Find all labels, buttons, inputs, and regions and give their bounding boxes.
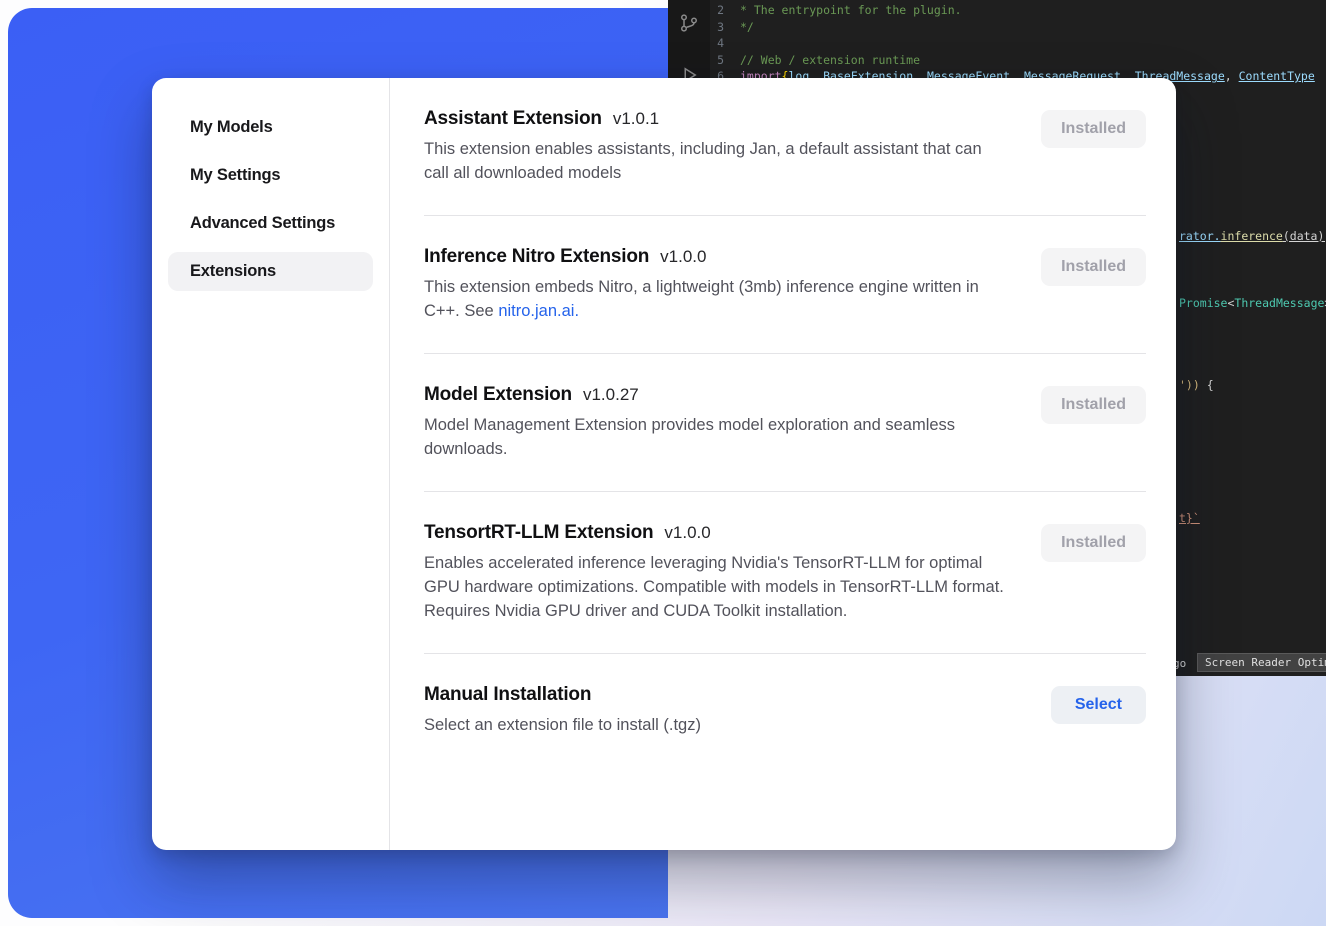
installed-button[interactable]: Installed	[1041, 386, 1146, 424]
extension-description: Enables accelerated inference leveraging…	[424, 551, 1009, 623]
extension-version: v1.0.0	[664, 523, 710, 543]
extension-version: v1.0.27	[583, 385, 639, 405]
code-text: * The entrypoint for the plugin.	[740, 3, 962, 17]
line-number: 3	[710, 20, 740, 34]
code-text: */	[740, 20, 754, 34]
select-file-button[interactable]: Select	[1051, 686, 1146, 724]
installed-button[interactable]: Installed	[1041, 524, 1146, 562]
extension-title: Model Extension	[424, 384, 572, 406]
sidebar-item-my-models[interactable]: My Models	[168, 108, 373, 147]
extension-version: v1.0.0	[660, 247, 706, 267]
extension-row-assistant: Assistant Extension v1.0.1 This extensio…	[424, 78, 1146, 216]
code-fragment: rator.inference(data));	[1179, 229, 1326, 243]
nitro-jan-ai-link[interactable]: nitro.jan.ai.	[498, 302, 579, 320]
sidebar-item-extensions[interactable]: Extensions	[168, 252, 373, 291]
extension-description: Model Management Extension provides mode…	[424, 413, 1009, 461]
extension-version: v1.0.1	[613, 109, 659, 129]
extension-description: This extension embeds Nitro, a lightweig…	[424, 275, 1009, 323]
code-line: 4	[710, 35, 1315, 52]
line-number: 2	[710, 3, 740, 17]
extension-description: This extension enables assistants, inclu…	[424, 137, 1009, 185]
line-number: 5	[710, 53, 740, 67]
extension-title: Inference Nitro Extension	[424, 246, 649, 268]
settings-sidebar: My Models My Settings Advanced Settings …	[152, 78, 390, 850]
extension-title: TensortRT-LLM Extension	[424, 522, 653, 544]
app-canvas: 2 * The entrypoint for the plugin. 3 */ …	[0, 0, 1326, 926]
extension-row-model: Model Extension v1.0.27 Model Management…	[424, 354, 1146, 492]
extension-row-nitro: Inference Nitro Extension v1.0.0 This ex…	[424, 216, 1146, 354]
sidebar-item-my-settings[interactable]: My Settings	[168, 156, 373, 195]
code-fragment: Promise<ThreadMessage>	[1179, 296, 1326, 310]
code-area: 2 * The entrypoint for the plugin. 3 */ …	[710, 2, 1315, 85]
extension-row-manual-install: Manual Installation Select an extension …	[424, 654, 1146, 767]
code-fragment: ')) {	[1179, 378, 1214, 392]
source-control-icon[interactable]	[678, 12, 700, 34]
extension-row-tensorrt: TensortRT-LLM Extension v1.0.0 Enables a…	[424, 492, 1146, 654]
extension-title: Manual Installation	[424, 684, 591, 706]
sidebar-item-advanced-settings[interactable]: Advanced Settings	[168, 204, 373, 243]
code-line: 2 * The entrypoint for the plugin.	[710, 2, 1315, 19]
installed-button[interactable]: Installed	[1041, 248, 1146, 286]
extensions-list: Assistant Extension v1.0.1 This extensio…	[390, 78, 1176, 850]
code-line: 5 // Web / extension runtime	[710, 52, 1315, 69]
extension-description: Select an extension file to install (.tg…	[424, 713, 1009, 737]
line-number: 4	[710, 36, 740, 50]
code-text: // Web / extension runtime	[740, 53, 920, 67]
screen-reader-notice: Screen Reader Optimize	[1197, 653, 1326, 672]
extension-title: Assistant Extension	[424, 108, 602, 130]
code-line: 3 */	[710, 19, 1315, 36]
settings-modal: My Models My Settings Advanced Settings …	[152, 78, 1176, 850]
code-fragment: t}`	[1179, 511, 1200, 525]
installed-button[interactable]: Installed	[1041, 110, 1146, 148]
